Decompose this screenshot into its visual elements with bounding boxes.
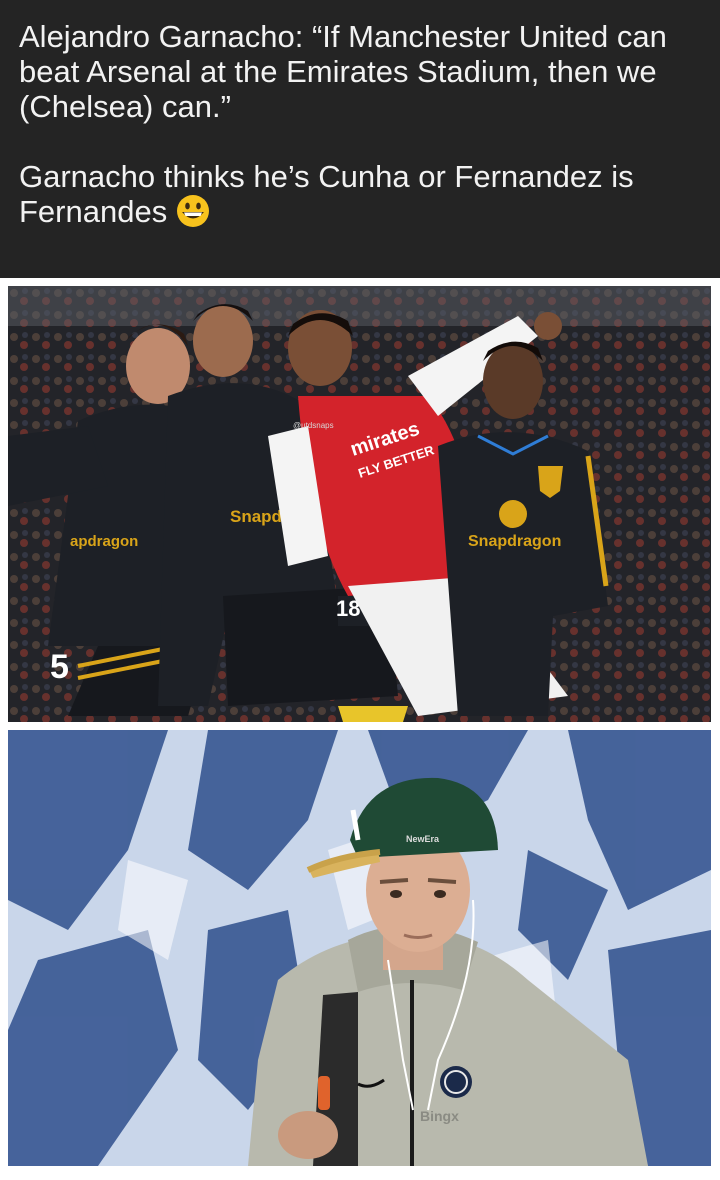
cap-brand: NewEra [406, 834, 440, 844]
photo-watermark: @utdsnaps [293, 421, 334, 430]
sponsor-left: apdragon [70, 533, 138, 550]
post-paragraph-quote: Alejandro Garnacho: “If Manchester Unite… [19, 19, 667, 124]
match-photo[interactable]: apdragon 5 Snapd 18 mirates FLY BETTER @… [8, 286, 711, 722]
sponsor-right: Snapdragon [468, 533, 561, 550]
post-paragraph-comment: Garnacho thinks he’s Cunha or Fernandez … [19, 159, 699, 229]
shirt-number-left: 5 [50, 648, 69, 686]
post-comment-text: Garnacho thinks he’s Cunha or Fernandez … [19, 159, 634, 229]
hoodie-sponsor: Bingx [420, 1108, 459, 1124]
portrait-photo[interactable]: Bingx NewEra [8, 730, 711, 1166]
post-header: Alejandro Garnacho: “If Manchester Unite… [0, 0, 720, 278]
post-text: Alejandro Garnacho: “If Manchester Unite… [19, 19, 699, 229]
match-photo-illustration: apdragon 5 Snapd 18 mirates FLY BETTER @… [8, 286, 711, 722]
sponsor-middle: Snapd [230, 507, 282, 526]
grinning-face-emoji-icon [176, 195, 209, 227]
portrait-photo-illustration: Bingx NewEra [8, 730, 711, 1166]
